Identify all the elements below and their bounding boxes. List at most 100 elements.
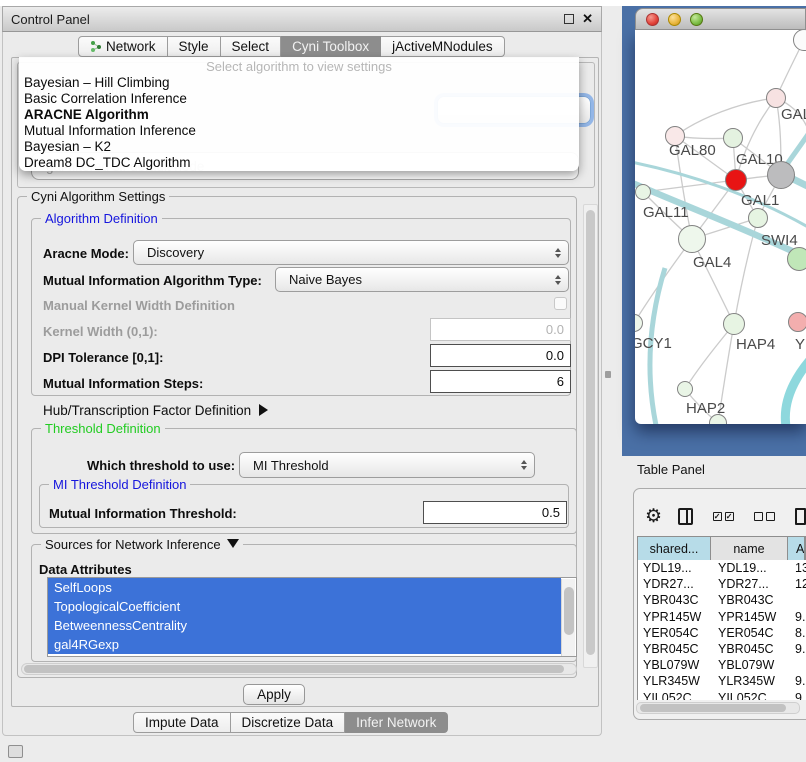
select-all-columns-icon[interactable] xyxy=(713,512,734,521)
table-row[interactable]: YLR345WYLR345W9. xyxy=(638,673,806,689)
column-header-name[interactable]: name xyxy=(711,537,788,560)
minimize-traffic-light-icon[interactable] xyxy=(668,13,681,26)
network-node-gal[interactable] xyxy=(766,88,786,108)
attribute-item-topologicalcoefficient[interactable]: TopologicalCoefficient xyxy=(48,597,561,616)
table-cell[interactable]: YBL079W xyxy=(638,657,711,673)
tab-network[interactable]: Network xyxy=(78,36,168,57)
tab-impute-data[interactable]: Impute Data xyxy=(133,712,231,733)
tab-infer-network[interactable]: Infer Network xyxy=(345,712,448,733)
table-row[interactable]: YBR043CYBR043C xyxy=(638,592,806,608)
control-panel-tabbar: NetworkStyleSelectCyni ToolboxjActiveMNo… xyxy=(78,36,505,57)
table-cell[interactable]: YDR27... xyxy=(638,576,711,592)
table-cell[interactable]: 9 xyxy=(788,690,806,701)
table-cell[interactable]: YPR145W xyxy=(711,609,788,625)
network-node[interactable] xyxy=(767,161,795,189)
table-row[interactable]: YBL079WYBL079W xyxy=(638,657,806,673)
algorithm-option-mutual-information-inference[interactable]: Mutual Information Inference xyxy=(19,123,579,139)
table-row[interactable]: YPR145WYPR145W9. xyxy=(638,609,806,625)
table-row[interactable]: YER054CYER054C8. xyxy=(638,625,806,641)
attribute-item-betweennesscentrality[interactable]: BetweennessCentrality xyxy=(48,616,561,635)
network-node[interactable] xyxy=(725,169,747,191)
network-node-gal10[interactable] xyxy=(723,128,743,148)
table-hscroll-thumb[interactable] xyxy=(640,704,786,712)
network-node-hap4[interactable] xyxy=(723,313,745,335)
which-threshold-label: Which threshold to use: xyxy=(87,458,235,473)
table-cell[interactable]: YIL052C xyxy=(711,690,788,701)
mi-steps-field[interactable]: 6 xyxy=(430,370,571,393)
deselect-all-columns-icon[interactable] xyxy=(754,512,775,521)
tab-style[interactable]: Style xyxy=(168,36,221,57)
float-window-icon[interactable] xyxy=(564,14,574,24)
table-cell[interactable]: 9. xyxy=(788,641,806,657)
attribute-item-selfloops[interactable]: SelfLoops xyxy=(48,578,561,597)
network-node-hap2[interactable] xyxy=(677,381,693,397)
network-window-titlebar[interactable] xyxy=(635,8,806,30)
algorithm-option-dream8-dc-tdc-algorithm[interactable]: Dream8 DC_TDC Algorithm xyxy=(19,155,579,171)
network-node-gal11[interactable] xyxy=(635,184,651,200)
table-cell[interactable] xyxy=(788,657,806,673)
table-cell[interactable]: YDL19... xyxy=(638,560,711,576)
table-cell[interactable]: 9. xyxy=(788,673,806,689)
network-node-swi4[interactable] xyxy=(787,247,806,271)
tab-discretize-data[interactable]: Discretize Data xyxy=(231,712,346,733)
mi-algorithm-type-combo[interactable]: Naive Bayes xyxy=(275,267,569,292)
network-view-canvas[interactable]: GALGAL80GAL10GAL1GAL11SWI4GAL4GCY1HAP4YH… xyxy=(635,30,806,424)
tab-select[interactable]: Select xyxy=(221,36,282,57)
data-attributes-list[interactable]: SelfLoopsTopologicalCoefficientBetweenne… xyxy=(47,577,577,657)
panel-splitter-handle[interactable] xyxy=(605,371,611,378)
table-cell[interactable]: YIL052C xyxy=(638,690,711,701)
table-cell[interactable]: YER054C xyxy=(638,625,711,641)
attributes-scrollbar-thumb[interactable] xyxy=(564,587,574,635)
table-cell[interactable]: YBR043C xyxy=(638,592,711,608)
algorithm-option-aracne-algorithm[interactable]: ARACNE Algorithm xyxy=(19,107,579,123)
table-cell[interactable]: 8. xyxy=(788,625,806,641)
settings-vscroll-thumb[interactable] xyxy=(586,210,595,655)
table-cell[interactable]: 12 xyxy=(788,576,806,592)
dock-panel-icon[interactable] xyxy=(8,745,23,758)
table-row[interactable]: YBR045CYBR045C9. xyxy=(638,641,806,657)
algorithm-option-bayesian-k2[interactable]: Bayesian – K2 xyxy=(19,139,579,155)
zoom-traffic-light-icon[interactable] xyxy=(690,13,703,26)
table-row[interactable]: YIL052CYIL052C9 xyxy=(638,690,806,701)
node-label-gal11: GAL11 xyxy=(643,204,689,221)
table-cell[interactable]: YBR045C xyxy=(711,641,788,657)
hub-definition-expander[interactable]: Hub/Transcription Factor Definition xyxy=(43,403,268,418)
network-node-gal1[interactable] xyxy=(748,208,768,228)
network-node-gal4[interactable] xyxy=(678,225,706,253)
dpi-tolerance-field[interactable]: 0.0 xyxy=(430,344,571,367)
network-node-y[interactable] xyxy=(788,312,806,332)
columns-icon[interactable] xyxy=(678,508,693,525)
attribute-item-gal4rgexp[interactable]: gal4RGexp xyxy=(48,635,561,654)
mi-threshold-field[interactable]: 0.5 xyxy=(423,501,567,524)
tab-jactivemnodules[interactable]: jActiveMNodules xyxy=(381,36,505,57)
apply-button[interactable]: Apply xyxy=(243,684,305,705)
close-icon[interactable]: ✕ xyxy=(582,14,593,24)
table-cell[interactable] xyxy=(788,592,806,608)
which-threshold-combo[interactable]: MI Threshold xyxy=(239,452,535,478)
table-cell[interactable]: YBL079W xyxy=(711,657,788,673)
table-cell[interactable]: YDR27... xyxy=(711,576,788,592)
table-cell[interactable]: YLR345W xyxy=(638,673,711,689)
table-row[interactable]: YDR27...YDR27...12 xyxy=(638,576,806,592)
column-header-clipped[interactable]: A xyxy=(788,537,805,560)
table-cell[interactable]: YDL19... xyxy=(711,560,788,576)
algorithm-option-bayesian-hill-climbing[interactable]: Bayesian – Hill Climbing xyxy=(19,75,579,91)
manual-kernel-checkbox[interactable] xyxy=(554,297,567,310)
table-cell[interactable]: 13 xyxy=(788,560,806,576)
table-cell[interactable]: YPR145W xyxy=(638,609,711,625)
tab-cyni-toolbox[interactable]: Cyni Toolbox xyxy=(281,36,381,57)
algorithm-option-basic-correlation-inference[interactable]: Basic Correlation Inference xyxy=(19,91,579,107)
close-traffic-light-icon[interactable] xyxy=(646,13,659,26)
gear-icon[interactable]: ⚙ xyxy=(645,505,662,528)
table-cell[interactable]: YLR345W xyxy=(711,673,788,689)
table-cell[interactable]: 9. xyxy=(788,609,806,625)
export-table-icon[interactable] xyxy=(795,508,806,525)
aracne-mode-combo[interactable]: Discovery xyxy=(133,240,569,265)
table-cell[interactable]: YER054C xyxy=(711,625,788,641)
table-row[interactable]: YDL19...YDL19...13 xyxy=(638,560,806,576)
table-cell[interactable]: YBR043C xyxy=(711,592,788,608)
column-header-shared-name[interactable]: shared... xyxy=(638,537,711,560)
settings-hscroll-thumb[interactable] xyxy=(24,665,564,673)
kernel-width-field[interactable]: 0.0 xyxy=(430,318,571,341)
table-cell[interactable]: YBR045C xyxy=(638,641,711,657)
